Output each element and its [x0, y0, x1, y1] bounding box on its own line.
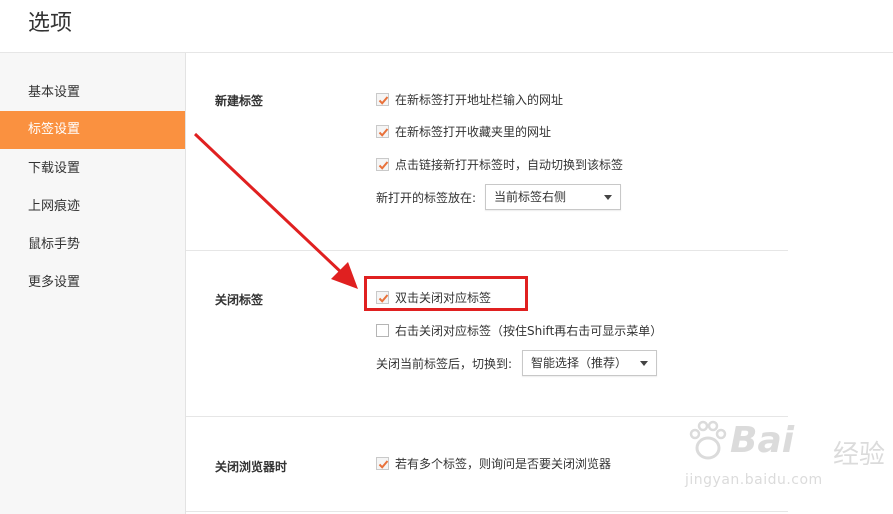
- watermark-brand: Bai: [730, 420, 795, 461]
- paw-icon: [689, 420, 727, 460]
- annotation-highlight-box: [364, 276, 528, 311]
- watermark-brand-cn: 经验: [833, 440, 886, 470]
- watermark-url: jingyan.baidu.com: [685, 472, 823, 488]
- baidu-watermark: Bai 经验 jingyan.baidu.com: [685, 418, 885, 498]
